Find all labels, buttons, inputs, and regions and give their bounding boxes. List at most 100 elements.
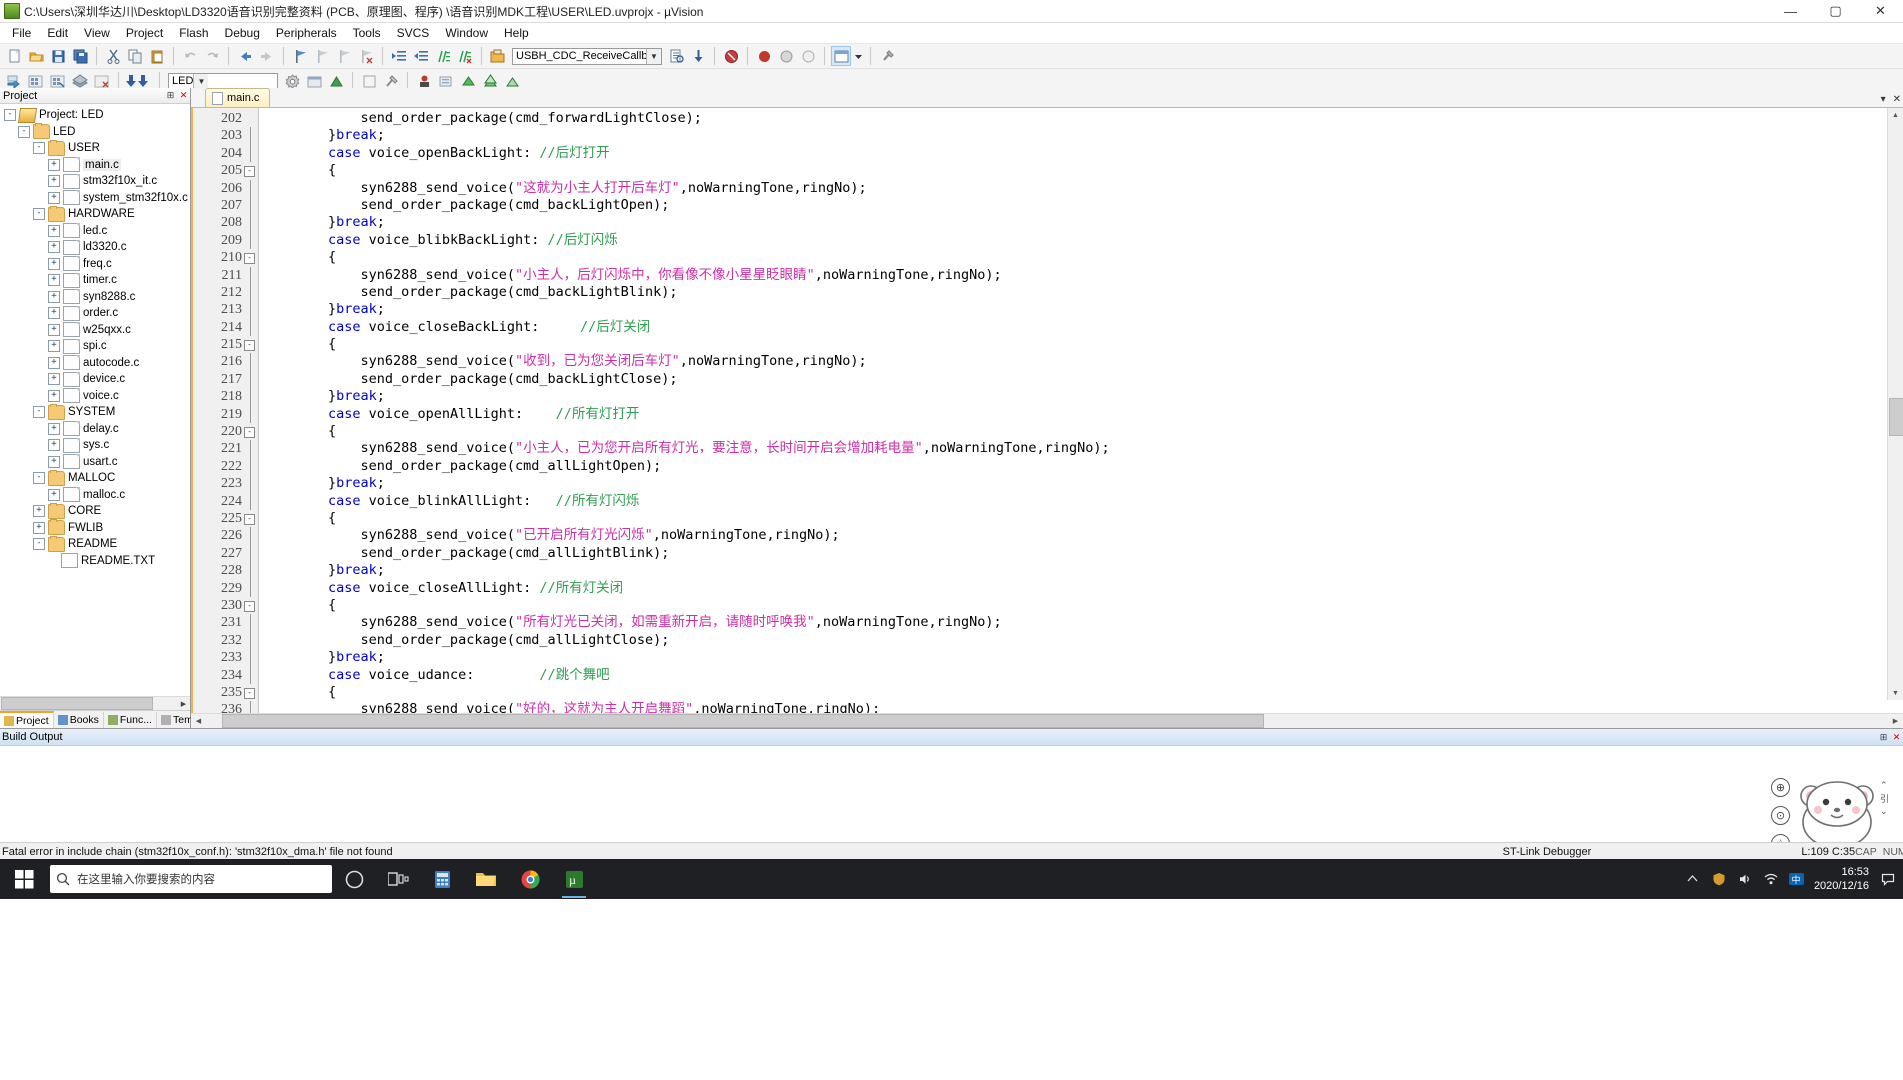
menu-window[interactable]: Window (437, 24, 496, 42)
tree-node[interactable]: + malloc.c (0, 487, 190, 504)
code-line[interactable]: case voice_blinkAllLight: //所有灯闪烁 (259, 493, 1903, 510)
expand-icon[interactable]: + (48, 488, 60, 501)
code-line[interactable]: send_order_package(cmd_backLightClose); (259, 371, 1903, 388)
fold-toggle-icon[interactable]: - (244, 166, 255, 178)
tree-node[interactable]: + led.c (0, 223, 190, 240)
collapse-icon[interactable]: - (33, 406, 45, 419)
expand-icon[interactable]: + (48, 373, 60, 386)
expand-icon[interactable]: + (48, 224, 60, 237)
vscroll-up-arrow[interactable]: ▲ (1888, 108, 1903, 122)
code-line[interactable]: }break; (259, 562, 1903, 579)
editor-hscrollbar[interactable]: ◀ ▶ (191, 713, 1903, 728)
tree-node[interactable]: + sys.c (0, 437, 190, 454)
tree-node[interactable]: - USER (0, 139, 190, 157)
bookmark-toggle-icon[interactable] (290, 46, 310, 66)
tree-node[interactable]: + timer.c (0, 272, 190, 289)
tree-node[interactable]: + syn8288.c (0, 289, 190, 306)
vscroll-down-arrow[interactable]: ▼ (1888, 686, 1903, 700)
code-line[interactable]: case voice_openAllLight: //所有灯打开 (259, 406, 1903, 423)
close-icon[interactable]: ✕ (1890, 731, 1903, 744)
code-line[interactable]: }break; (259, 649, 1903, 666)
expand-icon[interactable]: + (33, 521, 45, 534)
comment-block-icon[interactable] (433, 46, 453, 66)
windows-start-icon[interactable] (0, 859, 48, 899)
hscroll-thumb[interactable] (222, 714, 1264, 728)
code-line[interactable]: syn6288_send_voice("小主人，后灯闪烁中，你看像不像小星星眨眼… (259, 267, 1903, 284)
chevron-down-icon[interactable]: ▼ (646, 48, 661, 64)
hscroll-left-arrow[interactable]: ◀ (191, 717, 206, 725)
collapse-icon[interactable]: - (4, 109, 16, 122)
tree-node[interactable]: + autocode.c (0, 355, 190, 372)
code-line[interactable]: { (259, 162, 1903, 179)
code-line[interactable]: syn6288_send_voice("所有灯光已关闭，如需重新开启，请随时呼唤… (259, 614, 1903, 631)
expand-icon[interactable]: + (48, 307, 60, 320)
code-line[interactable]: }break; (259, 214, 1903, 231)
task-view-icon[interactable] (376, 859, 420, 899)
code-line[interactable]: }break; (259, 127, 1903, 144)
collapse-icon[interactable]: - (33, 142, 45, 155)
expand-icon[interactable]: + (48, 422, 60, 435)
taskbar-search-input[interactable]: 在这里输入你要搜索的内容 (50, 865, 332, 893)
code-line[interactable]: send_order_package(cmd_backLightOpen); (259, 197, 1903, 214)
pin-icon[interactable]: ⊞ (1877, 731, 1890, 744)
code-line[interactable]: }break; (259, 301, 1903, 318)
chrome-icon[interactable] (508, 859, 552, 899)
expand-icon[interactable]: + (48, 356, 60, 369)
project-target-combo[interactable]: LED ▼ (168, 72, 278, 90)
expand-icon[interactable]: + (33, 505, 45, 518)
tree-node[interactable]: + main.c (0, 157, 190, 174)
code-line[interactable]: send_order_package(cmd_allLightClose); (259, 632, 1903, 649)
tree-node[interactable]: + delay.c (0, 421, 190, 438)
insert-bookmark-icon[interactable] (688, 46, 708, 66)
tree-node[interactable]: + order.c (0, 305, 190, 322)
expand-icon[interactable]: + (48, 191, 60, 204)
navigate-back-icon[interactable] (235, 46, 255, 66)
fold-toggle-icon[interactable]: - (244, 253, 255, 265)
tree-node[interactable]: - MALLOC (0, 469, 190, 487)
paste-icon[interactable] (147, 46, 167, 66)
bookmark-clear-icon[interactable] (356, 46, 376, 66)
code-line[interactable]: { (259, 249, 1903, 266)
code-line[interactable]: { (259, 684, 1903, 701)
taskbar-clock[interactable]: 16:53 2020/12/16 (1810, 865, 1877, 893)
maximize-button[interactable]: ▢ (1813, 0, 1858, 22)
tree-node[interactable]: - Project: LED (0, 107, 190, 124)
close-button[interactable]: ✕ (1858, 0, 1903, 22)
menu-flash[interactable]: Flash (171, 24, 216, 42)
fold-toggle-icon[interactable]: - (244, 687, 255, 699)
menu-peripherals[interactable]: Peripherals (268, 24, 345, 42)
expand-icon[interactable]: + (48, 455, 60, 468)
keil-uvision-icon[interactable]: µ (552, 859, 596, 899)
expand-icon[interactable]: + (48, 323, 60, 336)
open-file-icon[interactable] (26, 46, 46, 66)
indent-right-icon[interactable] (389, 46, 409, 66)
expand-icon[interactable]: + (48, 241, 60, 254)
expand-icon[interactable]: + (48, 257, 60, 270)
expand-icon[interactable]: + (48, 439, 60, 452)
source-code[interactable]: send_order_package(cmd_forwardLightClose… (259, 108, 1903, 713)
bookmark-next-icon[interactable] (334, 46, 354, 66)
vscroll-thumb[interactable] (1889, 398, 1903, 436)
fold-toggle-icon[interactable]: - (244, 427, 255, 439)
find-in-files-icon[interactable] (666, 46, 686, 66)
expand-icon[interactable]: + (48, 340, 60, 353)
fold-toggle-icon[interactable]: - (244, 600, 255, 612)
code-line[interactable]: send_order_package(cmd_allLightBlink); (259, 545, 1903, 562)
breakpoint-clear-icon[interactable] (798, 46, 818, 66)
tree-node[interactable]: + stm32f10x_it.c (0, 173, 190, 190)
project-pane-tab-books[interactable]: Books (54, 711, 104, 728)
ime-icon[interactable]: 中 (1784, 859, 1810, 899)
tree-node[interactable]: + CORE (0, 502, 190, 520)
project-pane-tab-project[interactable]: Project (0, 710, 54, 729)
uncomment-block-icon[interactable] (455, 46, 475, 66)
code-line[interactable]: }break; (259, 475, 1903, 492)
fold-toggle-icon[interactable]: - (244, 340, 255, 352)
code-line[interactable]: syn6288_send_voice("这就为小主人打开后车灯",noWarni… (259, 180, 1903, 197)
code-line[interactable]: }break; (259, 388, 1903, 405)
calculator-icon[interactable] (420, 859, 464, 899)
hscroll-right-arrow[interactable]: ▶ (1888, 717, 1903, 725)
copy-icon[interactable] (125, 46, 145, 66)
code-line[interactable]: case voice_openBackLight: //后灯打开 (259, 145, 1903, 162)
tree-node[interactable]: + usart.c (0, 454, 190, 471)
expand-icon[interactable]: + (48, 389, 60, 402)
